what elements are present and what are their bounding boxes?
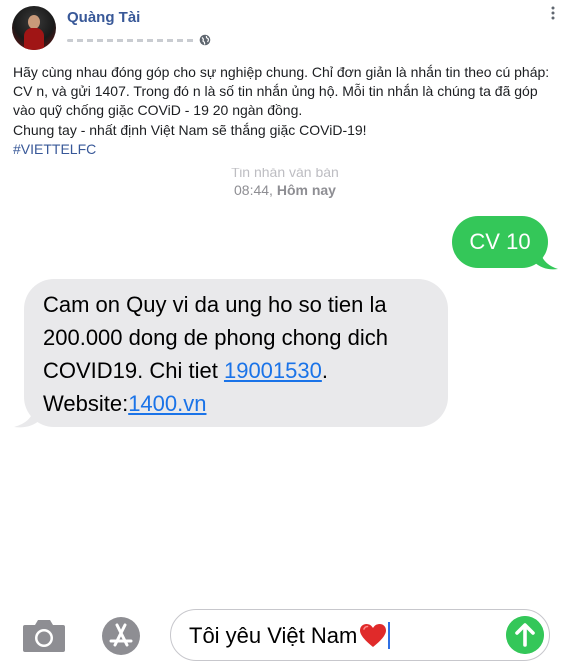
message-input-text: Tôi yêu Việt Nam [189,622,358,648]
more-icon[interactable] [546,6,560,20]
received-line: 200.000 dong de phong chong dich [43,325,388,350]
phone-link[interactable]: 19001530 [224,358,322,383]
globe-icon[interactable] [199,34,211,46]
sent-message-text: CV 10 [469,229,531,254]
post-header: Quàng Tài [0,0,570,56]
author-name[interactable]: Quàng Tài [67,9,140,26]
website-link[interactable]: 1400.vn [128,391,206,416]
send-arrow-icon[interactable] [506,616,544,654]
conversation-label: Tin nhắn văn bản [231,168,339,178]
app-store-icon[interactable] [98,615,144,657]
avatar-head [28,15,40,29]
received-text: COVID19. Chi tiet [43,358,218,383]
received-text: . [321,358,328,383]
received-line: Cam on Quy vi da ung ho so tien la [43,292,387,317]
avatar-jersey [24,28,44,50]
post-meta [67,33,211,47]
camera-icon[interactable] [21,615,67,655]
message-input-content: Tôi yêu Việt Nam [189,622,391,649]
avatar[interactable] [12,6,56,50]
post-timestamp-blurred [67,38,195,42]
received-line: COVID19. Chi tiet 19001530. [43,354,430,387]
website-label: Website: [43,391,129,416]
timestamp-day: Hôm nay [276,182,336,198]
received-bubble-tail [14,408,40,428]
received-line: Website:1400.vn [43,387,430,420]
sent-bubble-tail [534,250,558,270]
received-message-bubble[interactable]: Cam on Quy vi da ung ho so tien la 200.0… [24,279,448,427]
heart-icon [360,623,387,647]
hashtag-link[interactable]: #VIETTELFC [13,140,558,159]
message-input[interactable]: Tôi yêu Việt Nam [170,609,550,661]
post-body: Hãy cùng nhau đóng góp cho sự nghiệp chu… [13,63,558,159]
post-paragraph: Hãy cùng nhau đóng góp cho sự nghiệp chu… [13,64,550,119]
timestamp-time: 08:44, [234,182,273,198]
text-cursor [388,622,391,649]
post-paragraph: Chung tay - nhất định Việt Nam sẽ thắng … [13,121,367,138]
message-timestamp: 08:44, Hôm nay [0,182,570,198]
